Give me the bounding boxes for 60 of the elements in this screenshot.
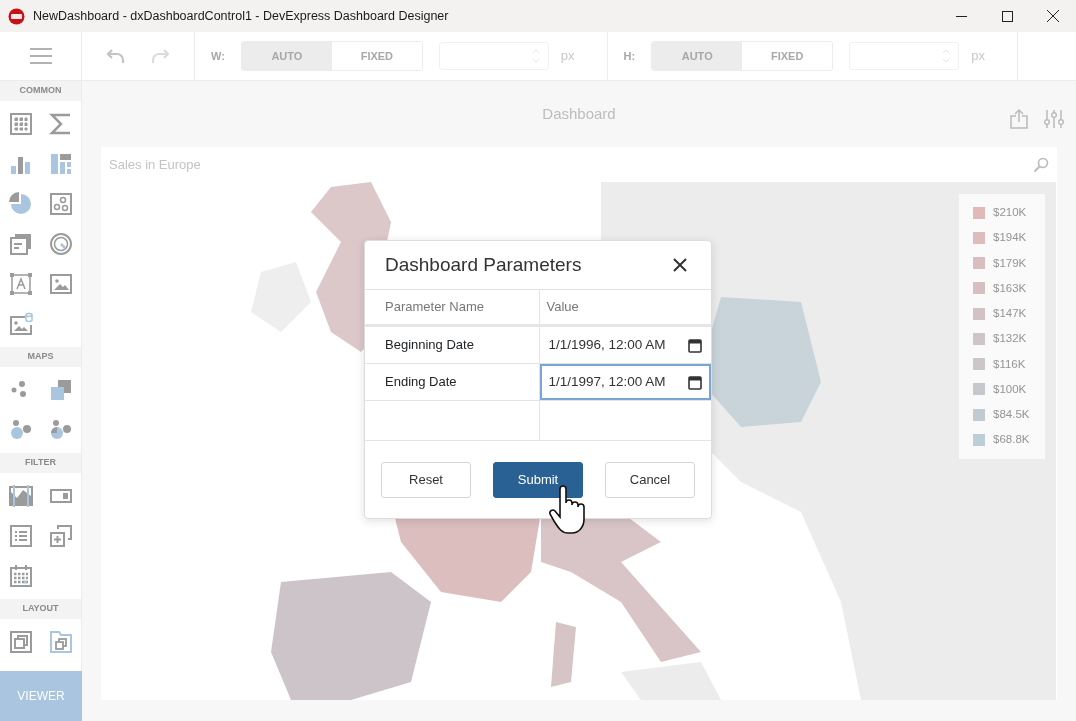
legend-label: $100K (993, 381, 1027, 397)
app-logo (8, 7, 25, 25)
sigma-icon[interactable] (48, 112, 73, 136)
export-icon[interactable] (1010, 109, 1028, 129)
section-header: MAPS (0, 347, 81, 367)
legend-label: $163K (993, 280, 1027, 296)
legend-label: $147K (993, 306, 1027, 321)
section-header: LAYOUT (0, 599, 81, 619)
legend-label: $84.5K (993, 407, 1030, 422)
legend-label: $68.8K (993, 432, 1030, 448)
tree-view-icon[interactable] (48, 524, 73, 548)
close-icon[interactable] (673, 258, 687, 272)
pie-chart-icon[interactable] (8, 192, 33, 216)
grid-icon[interactable] (8, 112, 33, 136)
width-label: W: (211, 48, 225, 64)
zoom-icon[interactable] (1033, 156, 1049, 173)
group-icon[interactable] (8, 630, 33, 654)
column-header: Value (546, 299, 579, 315)
image-icon[interactable] (48, 272, 73, 296)
dialog-title: Dashboard Parameters (384, 252, 582, 277)
section-header: FILTER (0, 453, 81, 473)
cards-icon[interactable] (8, 232, 33, 256)
tab-container-icon[interactable] (48, 630, 73, 654)
list-icon[interactable] (8, 524, 33, 548)
date-field[interactable]: 1/1/1996, 12:00 AM (539, 327, 711, 363)
section-header: COMMON (0, 81, 81, 101)
bubbles-icon[interactable] (8, 418, 33, 442)
height-label: H: (623, 48, 636, 64)
layers-icon[interactable] (48, 378, 73, 402)
legend-label: $194K (993, 230, 1027, 246)
gauge-icon[interactable] (48, 232, 73, 256)
calendar-icon[interactable] (688, 374, 702, 390)
treemap-icon[interactable] (48, 152, 73, 176)
number-field[interactable] (438, 42, 549, 70)
date-field[interactable]: 1/1/1997, 12:00 AM (539, 364, 711, 400)
dialog-button[interactable]: Cancel (605, 461, 695, 498)
calendar-icon[interactable] (688, 337, 702, 353)
scatter-icon[interactable] (48, 192, 73, 216)
undo-icon[interactable] (106, 48, 126, 64)
legend-label: $132K (993, 331, 1027, 347)
parameter-name: Beginning Date (385, 337, 474, 353)
close-icon (1047, 10, 1059, 22)
parameter-name: Ending Date (385, 374, 457, 390)
pie-bubbles-icon[interactable] (48, 418, 73, 442)
maximize-icon (1001, 10, 1013, 22)
legend-label: $179K (993, 255, 1027, 271)
text-box-icon[interactable] (8, 272, 33, 296)
column-header: Parameter Name (385, 299, 484, 315)
legend-label: $116K (993, 356, 1026, 372)
bound-image-icon[interactable] (8, 312, 33, 336)
menu-icon[interactable] (29, 48, 52, 64)
sliders-icon[interactable] (1044, 109, 1064, 129)
number-field[interactable] (849, 42, 960, 70)
window-title: NewDashboard - dxDashboardControl1 - DevExpress Dashboard Designer (33, 7, 449, 25)
dashboard-title: Dashboard (542, 103, 616, 124)
dialog-button[interactable]: Submit (493, 461, 583, 498)
item-title: Sales in Europe (109, 155, 201, 174)
dialog-button[interactable]: Reset (381, 461, 471, 498)
legend-label: $210K (993, 205, 1027, 220)
range-filter-icon[interactable] (8, 484, 33, 508)
